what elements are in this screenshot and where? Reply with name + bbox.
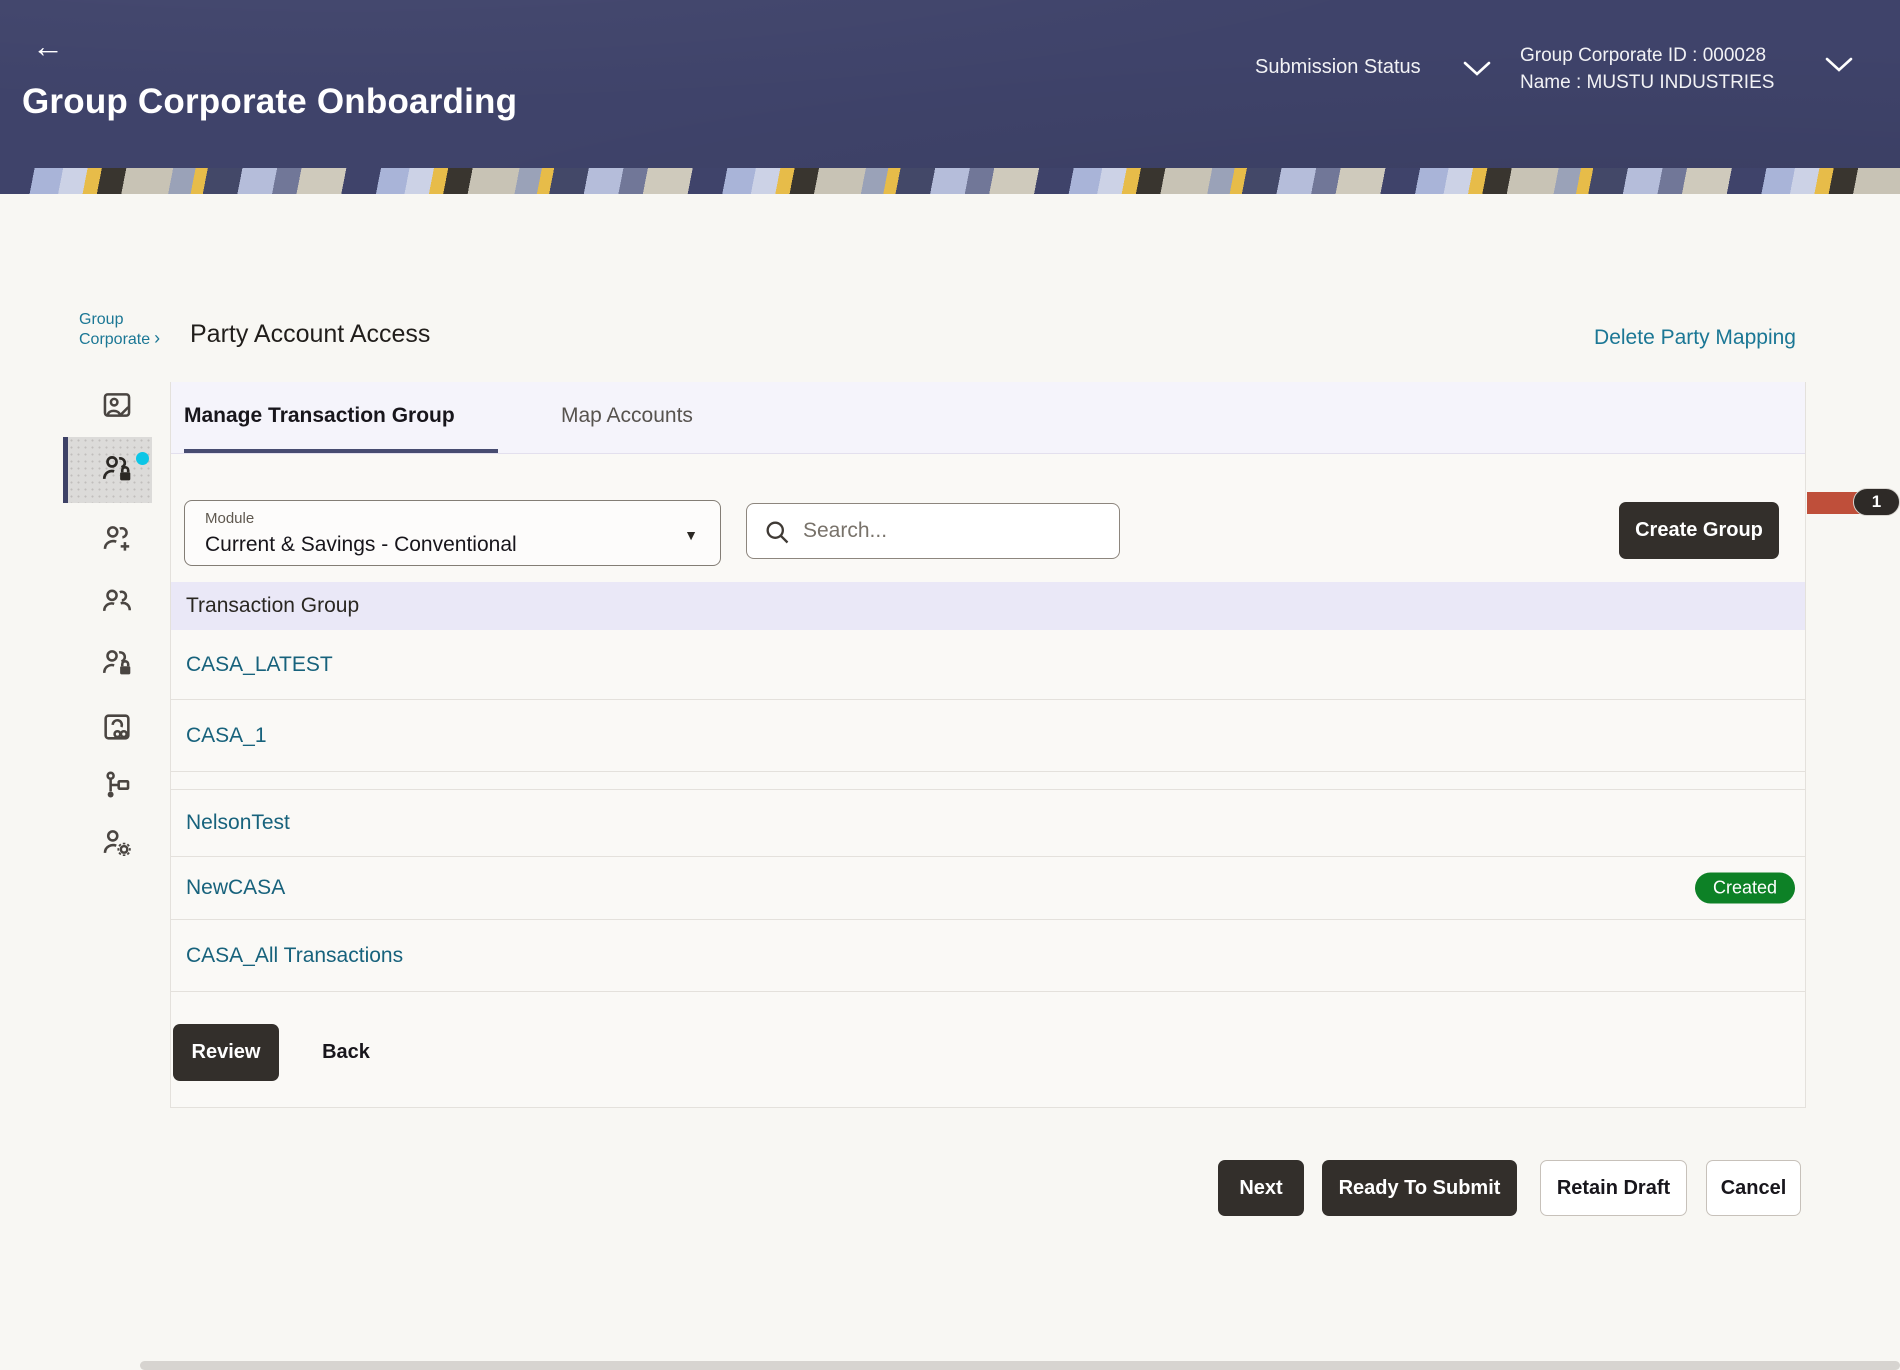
users-icon bbox=[100, 584, 134, 618]
breadcrumb-line2: Corporate bbox=[79, 331, 150, 348]
transaction-group-link[interactable]: NewCASA bbox=[186, 876, 285, 900]
corporate-identity-dropdown[interactable]: Group Corporate ID : 000028 Name : MUSTU… bbox=[1520, 42, 1774, 96]
transaction-group-link[interactable]: CASA_LATEST bbox=[186, 653, 333, 677]
ready-to-submit-button[interactable]: Ready To Submit bbox=[1322, 1160, 1517, 1216]
module-select[interactable]: Module Current & Savings - Conventional … bbox=[184, 500, 721, 566]
hierarchy-icon bbox=[100, 768, 134, 802]
tab-map-accounts[interactable]: Map Accounts bbox=[561, 382, 693, 454]
back-button[interactable]: Back bbox=[301, 1024, 391, 1081]
notification-dot-icon bbox=[136, 452, 149, 465]
tab-manage-transaction-group[interactable]: Manage Transaction Group bbox=[184, 382, 455, 454]
create-group-button[interactable]: Create Group bbox=[1619, 502, 1779, 559]
transaction-group-link[interactable]: CASA_All Transactions bbox=[186, 944, 403, 968]
transaction-group-link[interactable]: NelsonTest bbox=[186, 811, 290, 835]
table-row-spacer bbox=[171, 772, 1805, 790]
table-row: NewCASA Created bbox=[171, 857, 1805, 920]
active-tab-underline bbox=[184, 449, 498, 453]
table-row: CASA_1 bbox=[171, 700, 1805, 772]
sidebar-item-hierarchy[interactable] bbox=[100, 768, 134, 802]
user-plus-icon bbox=[100, 522, 134, 556]
page-header-title: Group Corporate Onboarding bbox=[22, 82, 517, 122]
decorative-banner-strip bbox=[0, 168, 1900, 194]
sidebar-item-linked-document[interactable] bbox=[100, 710, 134, 744]
module-select-label: Module bbox=[205, 510, 254, 527]
sidebar-item-add-user[interactable] bbox=[100, 522, 134, 556]
sidebar-item-id-card[interactable] bbox=[100, 388, 134, 422]
tab-bar: Manage Transaction Group Map Accounts bbox=[171, 382, 1805, 454]
search-icon bbox=[763, 518, 791, 546]
horizontal-scrollbar[interactable] bbox=[140, 1361, 1900, 1370]
sidebar-item-party-account-access[interactable] bbox=[100, 452, 134, 486]
submission-status-dropdown[interactable]: Submission Status bbox=[1255, 56, 1421, 79]
search-box bbox=[746, 503, 1120, 559]
chevron-down-icon[interactable] bbox=[1824, 56, 1854, 74]
user-lock-icon bbox=[100, 646, 134, 680]
users-lock-icon bbox=[100, 452, 134, 486]
delete-party-mapping-link[interactable]: Delete Party Mapping bbox=[1594, 326, 1796, 350]
page-title: Party Account Access bbox=[190, 320, 430, 349]
table-row: NelsonTest bbox=[171, 790, 1805, 857]
transaction-group-link[interactable]: CASA_1 bbox=[186, 724, 267, 748]
side-alert-count-badge[interactable]: 1 bbox=[1853, 488, 1900, 516]
sidebar-item-users[interactable] bbox=[100, 584, 134, 618]
back-arrow-icon[interactable]: ← bbox=[32, 30, 64, 62]
sidebar-item-user-lock[interactable] bbox=[100, 646, 134, 680]
review-button[interactable]: Review bbox=[173, 1024, 279, 1081]
sidebar-item-user-settings[interactable] bbox=[100, 826, 134, 860]
retain-draft-button[interactable]: Retain Draft bbox=[1540, 1160, 1687, 1216]
table-row: CASA_All Transactions bbox=[171, 920, 1805, 992]
id-card-icon bbox=[100, 388, 134, 422]
chevron-down-icon[interactable] bbox=[1462, 60, 1492, 78]
table-row: CASA_LATEST bbox=[171, 630, 1805, 700]
module-select-value: Current & Savings - Conventional bbox=[205, 533, 517, 557]
corporate-name-text: Name : MUSTU INDUSTRIES bbox=[1520, 69, 1774, 96]
cancel-button[interactable]: Cancel bbox=[1706, 1160, 1801, 1216]
frame-link-icon bbox=[100, 710, 134, 744]
search-input[interactable] bbox=[803, 504, 1103, 558]
status-badge: Created bbox=[1695, 873, 1795, 904]
table-column-header: Transaction Group bbox=[171, 582, 1805, 630]
user-gear-icon bbox=[100, 826, 134, 860]
corporate-id-text: Group Corporate ID : 000028 bbox=[1520, 42, 1774, 69]
party-account-access-panel: Manage Transaction Group Map Accounts Mo… bbox=[170, 382, 1806, 1108]
breadcrumb[interactable]: Group Corporate› bbox=[79, 310, 160, 349]
breadcrumb-line1: Group bbox=[79, 310, 160, 329]
app-header: ← Group Corporate Onboarding Submission … bbox=[0, 0, 1900, 168]
next-button[interactable]: Next bbox=[1218, 1160, 1304, 1216]
breadcrumb-chevron-icon: › bbox=[154, 328, 160, 348]
caret-down-icon: ▼ bbox=[684, 527, 698, 543]
